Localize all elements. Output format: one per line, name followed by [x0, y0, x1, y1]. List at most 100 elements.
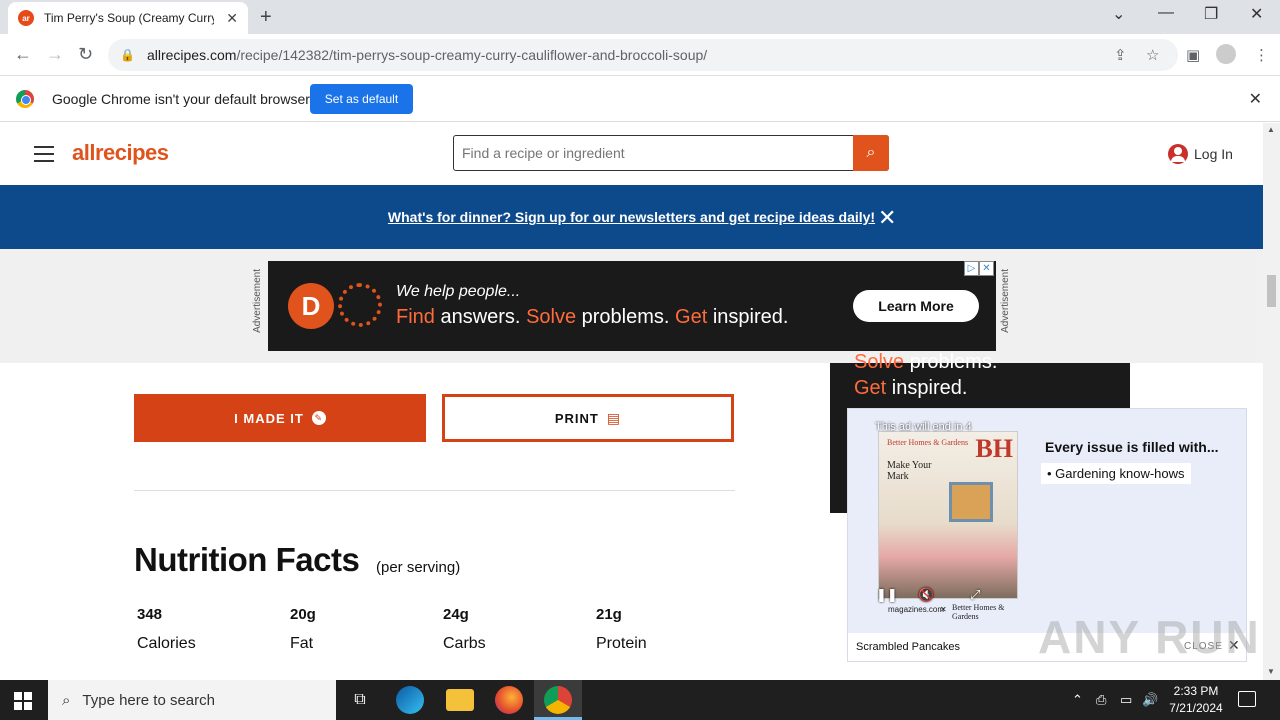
taskbar-search-placeholder: Type here to search: [82, 691, 215, 709]
nutrition-value: 20g: [290, 606, 316, 623]
adchoices-icon[interactable]: ▷: [964, 261, 979, 276]
site-header: allrecipes ⌕ Log In: [0, 123, 1263, 185]
pause-icon[interactable]: ❚❚: [876, 587, 898, 603]
login-link[interactable]: Log In: [1168, 144, 1233, 164]
page-scrollbar[interactable]: ▲ ▼: [1263, 123, 1280, 680]
logo-separator-icon: ✕: [940, 605, 947, 614]
scroll-up-icon[interactable]: ▲: [1267, 125, 1275, 134]
magazine-tagline: Better Homes & Gardens: [887, 438, 969, 447]
chrome-taskbar-button[interactable]: [534, 680, 582, 720]
window-close-icon[interactable]: ✕: [1250, 4, 1263, 24]
scroll-down-icon[interactable]: ▼: [1267, 667, 1275, 676]
popup-bullet: • Gardening know-hows: [1041, 463, 1191, 484]
restore-icon[interactable]: ❐: [1204, 4, 1218, 24]
infobar-close-icon[interactable]: ✕: [1249, 89, 1262, 109]
nutrition-label: Calories: [137, 635, 196, 652]
allrecipes-logo[interactable]: allrecipes: [72, 140, 169, 166]
nutrition-item-calories: 348 Calories: [137, 606, 196, 653]
nutrition-facts-subheading: (per serving): [376, 559, 461, 576]
recipe-search-input[interactable]: [454, 137, 852, 169]
bhg-logo: Better Homes & Gardens: [952, 603, 1005, 621]
task-view-icon[interactable]: ⧉: [346, 686, 374, 714]
ad-headline: Find answers. Solve problems. Get inspir…: [396, 306, 789, 328]
set-as-default-button[interactable]: Set as default: [310, 84, 413, 114]
hamburger-menu-icon[interactable]: [34, 146, 54, 167]
taskbar-search-icon: ⌕: [62, 691, 71, 709]
browser-tab[interactable]: ar Tim Perry's Soup (Creamy Curry ✕: [8, 2, 248, 34]
magazine-cover-title: Make Your Mark: [887, 460, 932, 482]
address-bar[interactable]: 🔒 allrecipes.com/recipe/142382/tim-perry…: [108, 39, 1178, 71]
fullscreen-icon[interactable]: ⤢: [970, 587, 980, 603]
print-button[interactable]: PRINT ▤: [442, 394, 734, 442]
tab-strip: ar Tim Perry's Soup (Creamy Curry ✕ + ⌄ …: [0, 0, 1280, 34]
search-button[interactable]: ⌕: [853, 135, 889, 171]
anyrun-watermark: ANY RUN: [1038, 611, 1261, 663]
search-icon: ⌕: [866, 144, 876, 161]
share-icon[interactable]: ⇪: [1114, 46, 1127, 64]
nutrition-facts-heading: Nutrition Facts: [134, 541, 360, 578]
popup-video-title: Scrambled Pancakes: [856, 641, 960, 653]
magazine-art: [949, 482, 993, 522]
ad-close-icon[interactable]: ✕: [979, 261, 994, 276]
bookmark-star-icon[interactable]: ☆: [1146, 46, 1159, 64]
nutrition-item-carbs: 24g Carbs: [443, 606, 486, 653]
ad-strip: Advertisement Advertisement D We help pe…: [0, 249, 1263, 363]
menu-kebab-icon[interactable]: ⋮: [1254, 46, 1269, 64]
volume-icon[interactable]: 🔊: [1142, 692, 1158, 708]
side-panel-icon[interactable]: ▣: [1186, 46, 1200, 64]
nutrition-label: Fat: [290, 635, 314, 652]
lock-icon: 🔒: [120, 48, 135, 62]
taskbar-search[interactable]: ⌕ Type here to search: [48, 680, 336, 720]
default-browser-infobar: Google Chrome isn't your default browser…: [0, 76, 1280, 122]
tab-search-icon[interactable]: ⌄: [1112, 4, 1125, 24]
notification-center-icon[interactable]: [1238, 691, 1256, 707]
nutrition-value: 24g: [443, 606, 469, 623]
scroll-thumb[interactable]: [1267, 275, 1276, 307]
clock-time: 2:33 PM: [1173, 684, 1219, 698]
windows-taskbar: ⌕ Type here to search ⧉ ⌃ ⎙ ▭ 🔊 2:33 PM …: [0, 680, 1280, 720]
learn-more-button[interactable]: Learn More: [853, 290, 979, 322]
tray-device-icon[interactable]: ⎙: [1096, 692, 1106, 708]
nutrition-value: 348: [137, 606, 163, 623]
ad-brand-logo: D: [288, 283, 334, 329]
taskbar-clock[interactable]: 2:33 PM 7/21/2024: [1164, 683, 1228, 717]
nutrition-label: Carbs: [443, 635, 486, 652]
minimize-icon[interactable]: —: [1158, 4, 1174, 22]
ad-tagline: We help people...: [396, 283, 521, 300]
network-icon[interactable]: ▭: [1120, 692, 1132, 708]
tray-chevron-icon[interactable]: ⌃: [1072, 692, 1083, 708]
nutrition-item-fat: 20g Fat: [290, 606, 316, 653]
tab-title: Tim Perry's Soup (Creamy Curry: [44, 11, 214, 25]
reload-icon[interactable]: ↻: [78, 44, 93, 65]
i-made-it-button[interactable]: I MADE IT ✎: [134, 394, 426, 442]
chef-hat-icon: ✎: [311, 411, 326, 425]
edge-icon[interactable]: [396, 686, 424, 714]
section-divider: [134, 490, 735, 491]
newsletter-signup-link[interactable]: What's for dinner? Sign up for our newsl…: [388, 209, 875, 225]
popup-headline: Every issue is filled with...: [1045, 439, 1219, 455]
adchoices[interactable]: ▷ ✕: [964, 261, 994, 276]
ad-countdown: This ad will end in 4: [875, 421, 972, 433]
back-icon[interactable]: ←: [14, 44, 32, 65]
new-tab-icon[interactable]: +: [260, 6, 272, 29]
profile-avatar-icon[interactable]: [1216, 44, 1236, 64]
advertisement-label-left: Advertisement: [252, 269, 263, 333]
mute-icon[interactable]: 🔇: [918, 587, 934, 603]
magazine-cover-image[interactable]: Better Homes & Gardens BH Make Your Mark: [878, 431, 1018, 599]
newsletter-banner: What's for dinner? Sign up for our newsl…: [0, 185, 1263, 249]
forward-icon[interactable]: →: [46, 44, 64, 65]
file-explorer-icon[interactable]: [446, 689, 474, 711]
banner-close-icon[interactable]: ✕: [878, 205, 896, 231]
tab-close-icon[interactable]: ✕: [226, 10, 238, 27]
side-ad-line1: Solve problems.: [854, 351, 998, 373]
chrome-logo-icon: [16, 90, 34, 108]
firefox-icon[interactable]: [495, 686, 523, 714]
banner-ad[interactable]: D We help people... Find answers. Solve …: [268, 261, 996, 351]
side-ad-line2: Get inspired.: [854, 377, 968, 399]
magazine-brand: BH: [975, 434, 1013, 463]
browser-toolbar: ← → ↻ 🔒 allrecipes.com/recipe/142382/tim…: [0, 34, 1280, 76]
recipe-search: ⌕: [453, 135, 889, 171]
i-made-it-label: I MADE IT: [234, 410, 304, 426]
windows-start-icon[interactable]: [14, 692, 32, 710]
infobar-message: Google Chrome isn't your default browser: [52, 91, 310, 107]
